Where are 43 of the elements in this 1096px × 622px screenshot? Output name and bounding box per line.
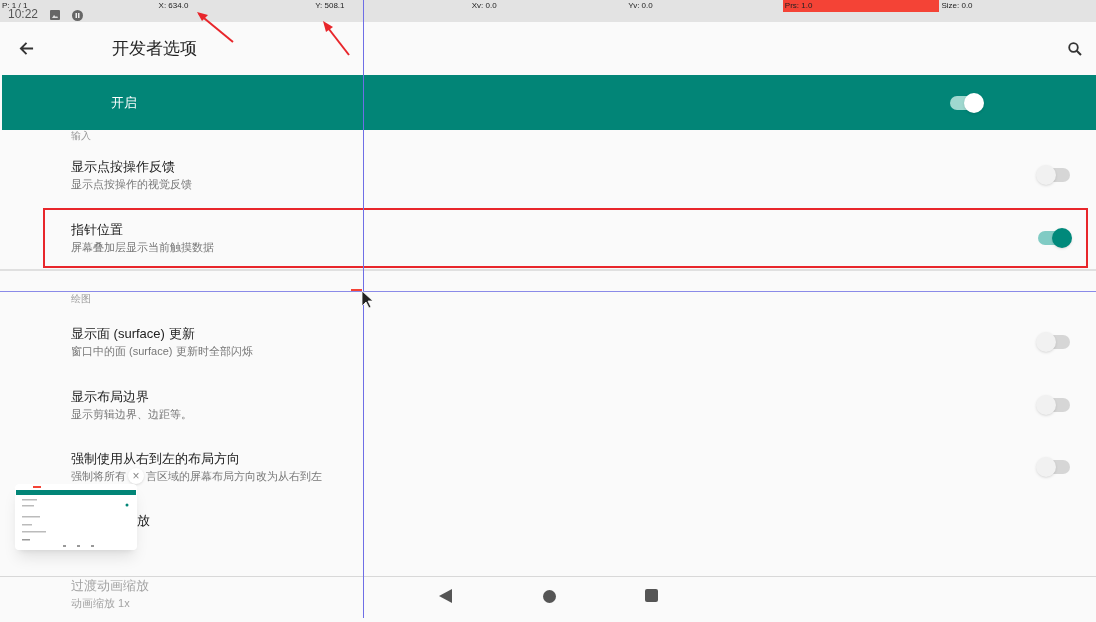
setting-title: 显示点按操作反馈 [71, 158, 176, 176]
page-title: 开发者选项 [112, 37, 197, 60]
setting-description: 显示点按操作的视觉反馈 [71, 177, 192, 192]
toggle-switch[interactable] [1036, 227, 1072, 248]
toggle-switch[interactable] [1036, 457, 1072, 477]
setting-title: 过渡动画缩放 [71, 577, 149, 595]
annotation-arrow [320, 19, 351, 57]
setting-description: 屏幕叠加层显示当前触摸数据 [71, 239, 214, 255]
annotation-arrow [195, 9, 235, 44]
y-reading: Y: 508.1 [315, 1, 345, 10]
setting-title: 显示布局边界 [71, 388, 150, 406]
y-velocity-reading: Yv: 0.0 [628, 1, 653, 10]
master-switch-label: 开启 [111, 93, 137, 112]
pointer-trace [351, 289, 362, 291]
setting-title: 显示面 (surface) 更新 [71, 325, 196, 343]
back-icon[interactable] [439, 589, 452, 603]
setting-title: 指针位置 [71, 220, 124, 239]
mouse-cursor-icon [362, 291, 374, 309]
home-icon[interactable] [543, 590, 556, 603]
section-header: 输入 [71, 130, 91, 141]
status-time: 10:22 [8, 8, 39, 21]
toggle-switch[interactable] [1036, 332, 1072, 352]
setting-description: 动画缩放 1x [71, 596, 131, 611]
screenshot-thumbnail-drawing[interactable] [15, 484, 137, 550]
toggle-switch[interactable] [1036, 165, 1072, 185]
setting-description: 强制将所有 [71, 469, 126, 484]
setting-title: 强制使用从右到左的布局方向 [71, 450, 241, 468]
pressure-reading: Prs: 1.0 [784, 1, 813, 10]
search-icon[interactable] [1068, 41, 1082, 56]
size-reading: Size: 0.0 [941, 1, 973, 10]
x-velocity-reading: Xv: 0.0 [471, 1, 497, 10]
toggle-switch[interactable] [1036, 395, 1072, 415]
setting-description: 言区域的屏幕布局方向改为从右到左 [146, 469, 322, 484]
x-reading: X: 634.0 [158, 1, 189, 10]
setting-description: 窗口中的面 (surface) 更新时全部闪烁 [71, 344, 253, 359]
pointer-count: P: 1 / 1 [2, 1, 28, 10]
recents-icon[interactable] [645, 589, 658, 602]
close-preview-button[interactable]: × [128, 468, 144, 484]
section-header: 绘图 [71, 293, 91, 304]
toggle-switch[interactable] [948, 92, 984, 113]
setting-title: 放 [137, 512, 150, 530]
setting-description: 显示剪辑边界、边距等。 [71, 407, 192, 422]
back-arrow-icon[interactable] [19, 41, 34, 56]
